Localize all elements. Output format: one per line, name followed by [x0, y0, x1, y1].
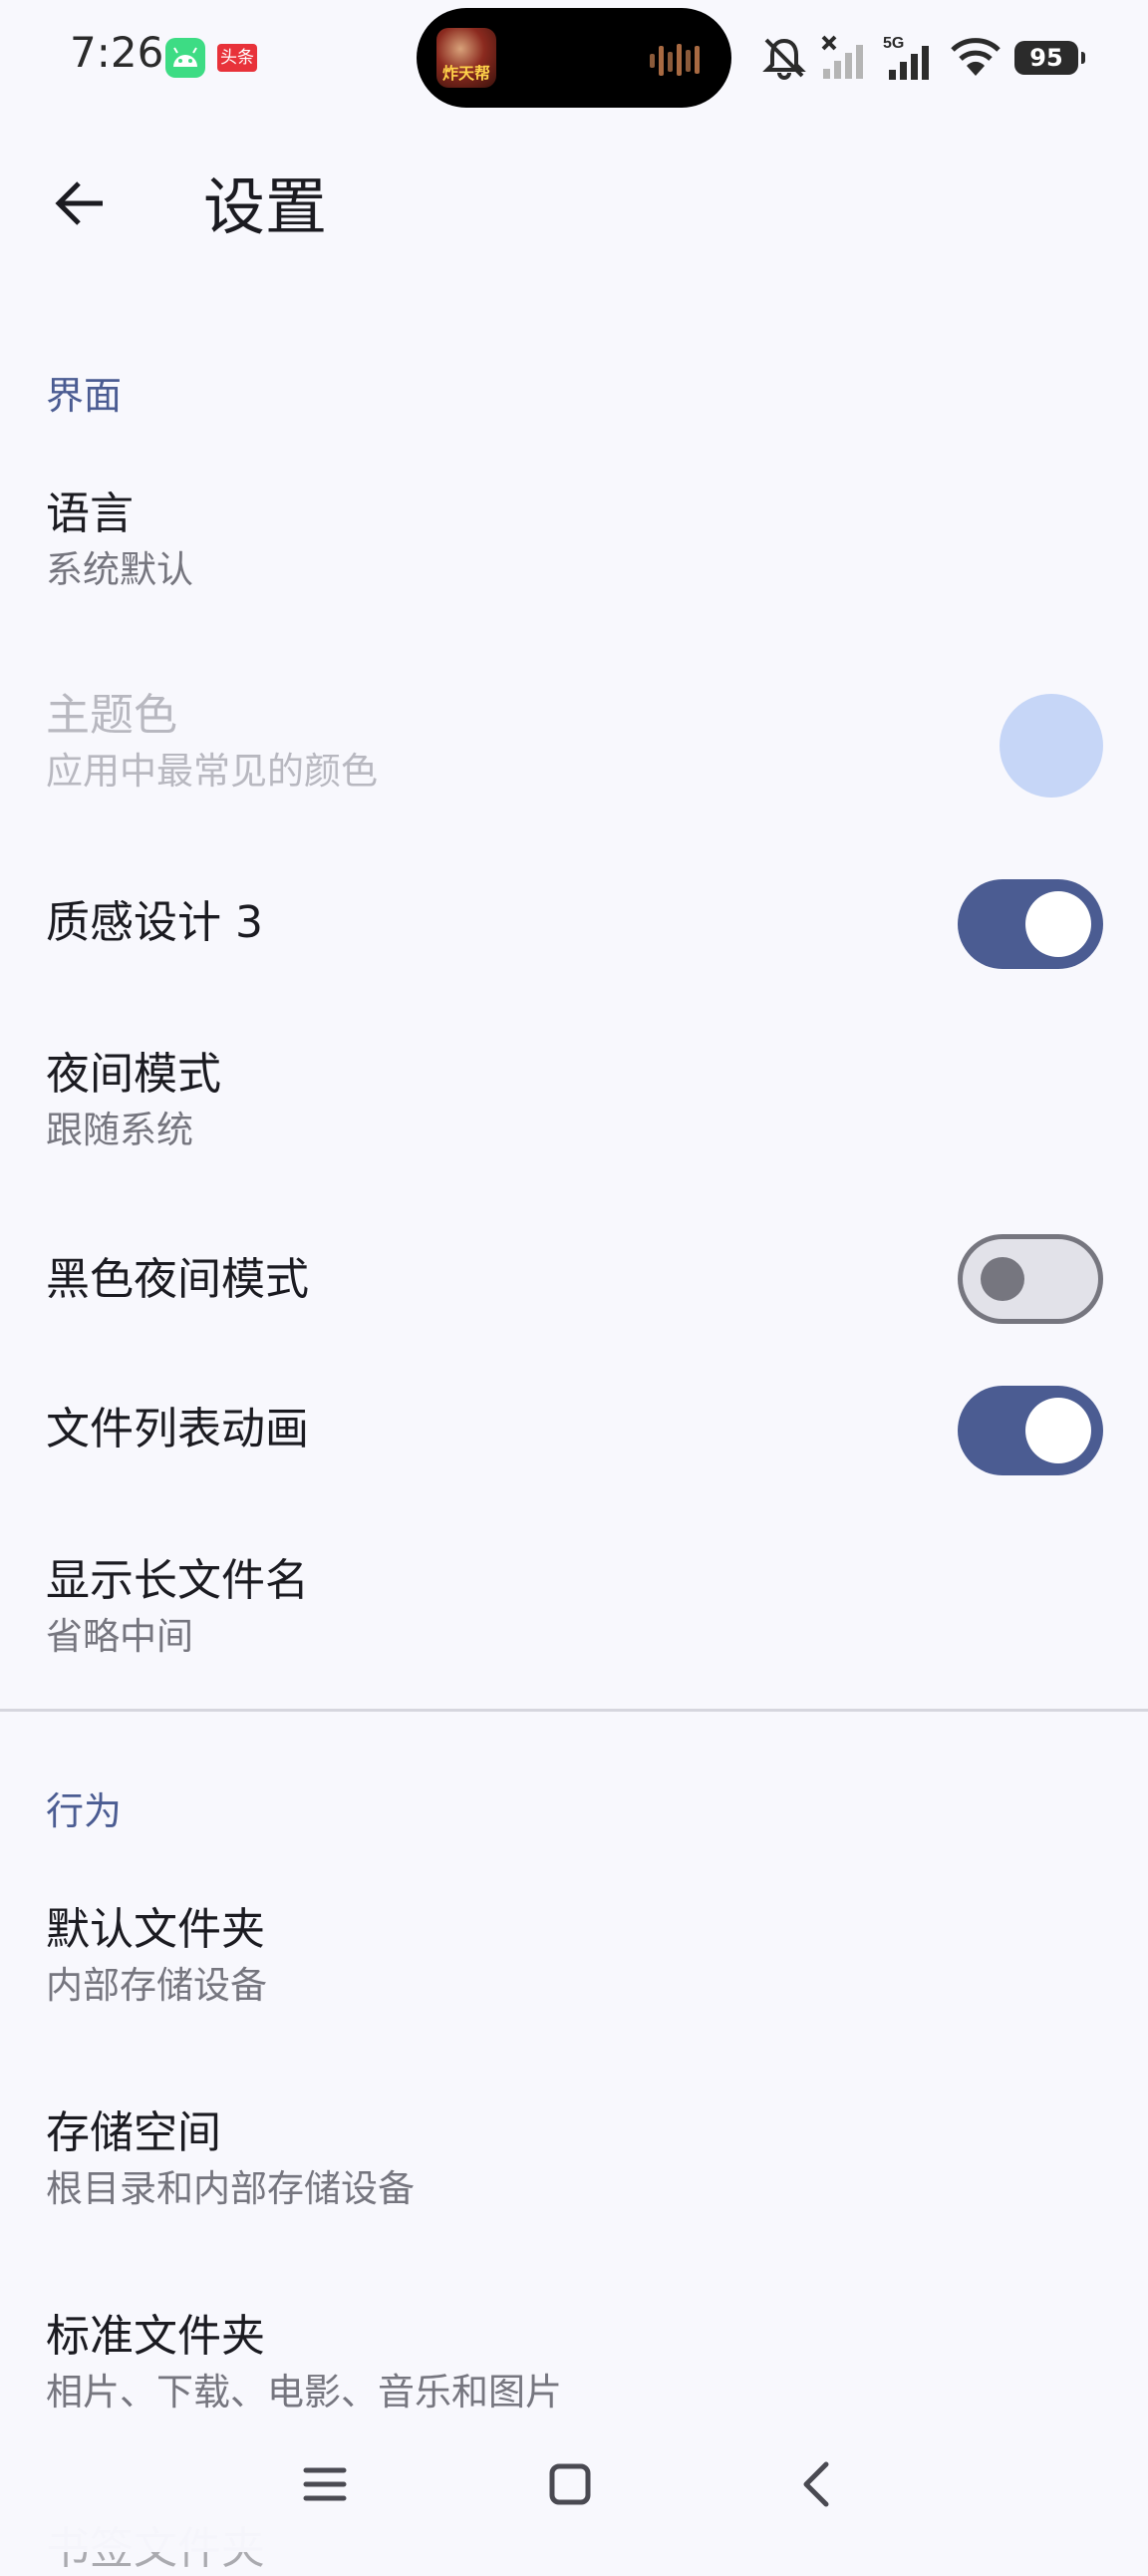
setting-title: 默认文件夹: [46, 1904, 265, 1955]
status-bar: 7:26 头条 炸天帮 5G 95: [0, 0, 1148, 112]
setting-black-night-mode[interactable]: 黑色夜间模式: [0, 1224, 1148, 1334]
system-navigation-bar: [0, 2416, 1148, 2552]
media-artwork: 炸天帮: [436, 28, 496, 88]
setting-file-list-animation[interactable]: 文件列表动画: [0, 1376, 1148, 1485]
setting-language[interactable]: 语言 系统默认: [0, 469, 1148, 618]
setting-subtitle: 相片、下载、电影、音乐和图片: [46, 2371, 562, 2414]
section-header-behavior: 行为: [46, 1789, 123, 1833]
mute-icon: [762, 38, 806, 80]
media-art-label: 炸天帮: [441, 64, 490, 83]
wifi-icon: [951, 38, 1001, 76]
setting-material3[interactable]: 质感设计 3: [0, 869, 1148, 979]
file-list-animation-switch[interactable]: [958, 1386, 1103, 1475]
recents-button[interactable]: [285, 2444, 365, 2524]
toutiao-app-icon: 头条: [217, 44, 257, 72]
setting-title: 语言: [46, 488, 134, 539]
back-button[interactable]: [28, 152, 132, 255]
black-night-mode-switch[interactable]: [958, 1234, 1103, 1324]
setting-subtitle: 跟随系统: [46, 1109, 193, 1151]
switch-thumb: [1025, 891, 1091, 957]
setting-subtitle: 根目录和内部存储设备: [46, 2167, 415, 2210]
setting-default-folder[interactable]: 默认文件夹 内部存储设备: [0, 1882, 1148, 2032]
material3-switch[interactable]: [958, 879, 1103, 969]
section-header-interface: 界面: [46, 374, 123, 418]
setting-title: 存储空间: [46, 2107, 221, 2158]
setting-title: 质感设计 3: [46, 897, 263, 948]
network-type-label: 5G: [883, 35, 904, 52]
back-icon: [803, 2461, 829, 2507]
setting-title: 文件列表动画: [46, 1404, 309, 1454]
setting-title: 显示长文件名: [46, 1555, 309, 1606]
battery-indicator: 95: [1014, 41, 1085, 75]
setting-theme-color: 主题色 应用中最常见的颜色: [0, 670, 1148, 819]
setting-subtitle: 系统默认: [46, 548, 193, 591]
status-time: 7:26: [70, 28, 164, 77]
audio-wave-icon: [650, 44, 700, 76]
setting-long-file-name[interactable]: 显示长文件名 省略中间: [0, 1533, 1148, 1683]
setting-subtitle: 省略中间: [46, 1615, 193, 1658]
section-divider: [0, 1709, 1148, 1712]
signal-off-icon: [821, 35, 863, 79]
home-icon: [549, 2463, 591, 2505]
nav-back-button[interactable]: [775, 2444, 855, 2524]
setting-subtitle: 内部存储设备: [46, 1964, 267, 2007]
setting-title: 夜间模式: [46, 1049, 221, 1100]
setting-title: 主题色: [46, 690, 177, 741]
menu-icon: [303, 2467, 347, 2501]
switch-thumb: [1025, 1398, 1091, 1463]
home-button[interactable]: [530, 2444, 610, 2524]
setting-title: 标准文件夹: [46, 2311, 265, 2362]
arrow-left-icon: [55, 181, 103, 225]
setting-subtitle: 应用中最常见的颜色: [46, 750, 378, 793]
status-icons: 5G 95: [761, 30, 1085, 86]
top-app-bar: 设置: [0, 112, 1148, 301]
signal-5g-icon: 5G: [883, 35, 929, 80]
android-app-icon: [165, 38, 205, 78]
dynamic-island[interactable]: 炸天帮: [417, 8, 731, 108]
setting-storage[interactable]: 存储空间 根目录和内部存储设备: [0, 2086, 1148, 2235]
setting-night-mode[interactable]: 夜间模式 跟随系统: [0, 1027, 1148, 1176]
switch-thumb: [981, 1257, 1024, 1301]
theme-color-swatch: [1000, 694, 1103, 798]
setting-title: 黑色夜间模式: [46, 1254, 309, 1305]
page-title: 设置: [203, 170, 328, 243]
setting-standard-folders[interactable]: 标准文件夹 相片、下载、电影、音乐和图片: [0, 2289, 1148, 2416]
